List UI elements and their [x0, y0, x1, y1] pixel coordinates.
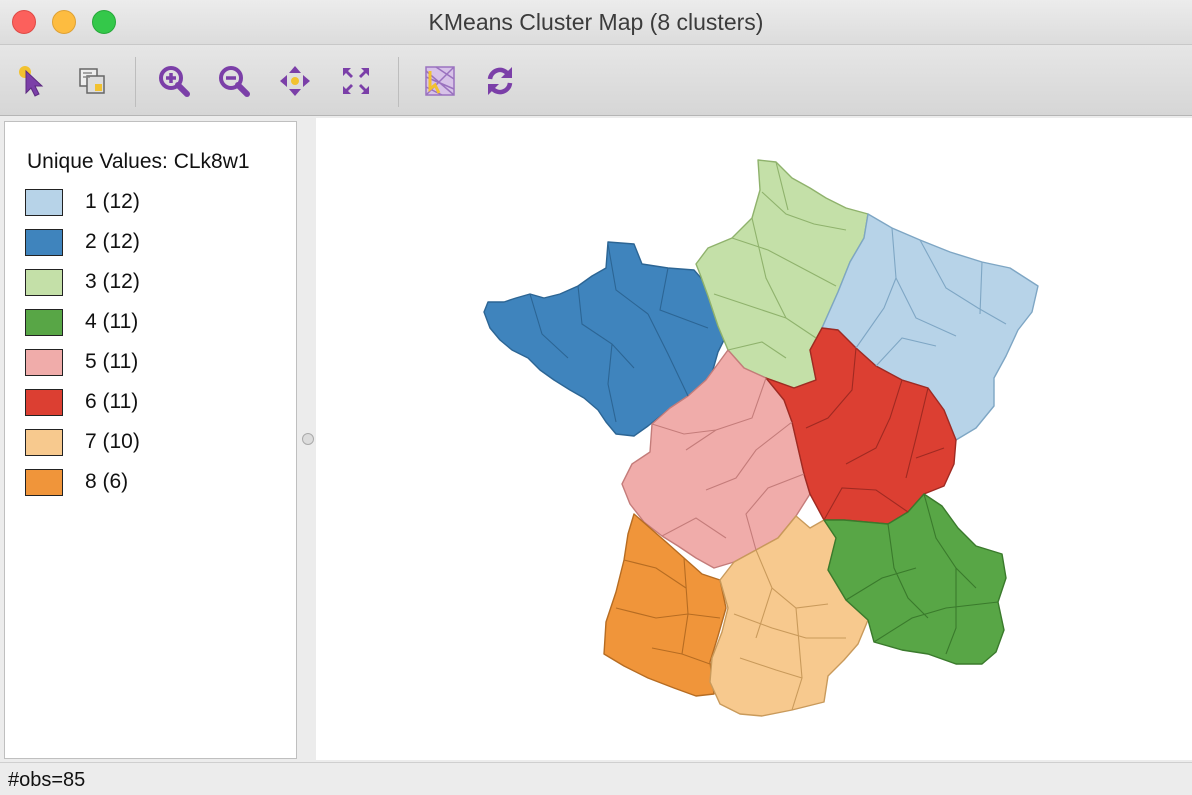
legend-item[interactable]: 2 (12) [25, 226, 140, 258]
select-shape-icon [79, 68, 105, 94]
title-bar: KMeans Cluster Map (8 clusters) [0, 0, 1192, 45]
refresh-icon [487, 67, 513, 95]
legend-label: 3 (12) [85, 270, 140, 293]
legend-item[interactable]: 8 (6) [25, 466, 128, 498]
legend-swatch[interactable] [25, 268, 63, 296]
pan-arrows-icon [280, 66, 310, 96]
window-title: KMeans Cluster Map (8 clusters) [428, 9, 764, 35]
zoom-out-icon [219, 66, 250, 97]
legend-label: 5 (11) [85, 350, 139, 373]
legend-swatch[interactable] [25, 428, 63, 456]
legend-item[interactable]: 3 (12) [25, 266, 140, 298]
zoom-out-button[interactable] [214, 61, 254, 101]
map-canvas[interactable] [316, 118, 1192, 760]
splitter-handle[interactable] [302, 433, 314, 445]
legend-swatch[interactable] [25, 348, 63, 376]
full-extent-button[interactable] [336, 61, 376, 101]
status-bar: #obs=85 [0, 762, 1192, 795]
legend-swatch[interactable] [25, 228, 63, 256]
legend-label: 4 (11) [85, 310, 139, 333]
observation-count: #obs=85 [8, 769, 86, 791]
pointer-arrow-icon [19, 66, 44, 97]
fit-extent-icon [343, 68, 369, 94]
legend-label: 6 (11) [85, 390, 139, 413]
legend-panel: Unique Values: CLk8w1 1 (12) 2 (12) 3 (12)… [4, 121, 297, 759]
selection-shape-button[interactable] [72, 61, 112, 101]
basemap-button[interactable] [420, 61, 460, 101]
basemap-icon [425, 66, 455, 96]
cluster-map[interactable] [316, 118, 1192, 760]
legend-item[interactable]: 4 (11) [25, 306, 138, 338]
refresh-button[interactable] [480, 61, 520, 101]
toolbar-separator [135, 57, 136, 107]
select-tool-button[interactable] [12, 61, 52, 101]
legend-swatch[interactable] [25, 468, 63, 496]
legend-label: 1 (12) [85, 190, 140, 213]
zoom-in-icon [159, 66, 190, 97]
legend-label: 7 (10) [85, 430, 140, 453]
legend-swatch[interactable] [25, 188, 63, 216]
legend-title: Unique Values: CLk8w1 [27, 150, 250, 173]
pane-splitter[interactable] [298, 121, 314, 761]
legend-label: 2 (12) [85, 230, 140, 253]
legend-swatch[interactable] [25, 308, 63, 336]
legend-swatch[interactable] [25, 388, 63, 416]
toolbar-separator [398, 57, 399, 107]
legend-item[interactable]: 1 (12) [25, 186, 140, 218]
legend-label: 8 (6) [85, 470, 129, 493]
toolbar [0, 45, 1192, 116]
legend-item[interactable]: 7 (10) [25, 426, 140, 458]
zoom-in-button[interactable] [154, 61, 194, 101]
pan-button[interactable] [275, 61, 315, 101]
legend-item[interactable]: 5 (11) [25, 346, 138, 378]
legend-item[interactable]: 6 (11) [25, 386, 138, 418]
